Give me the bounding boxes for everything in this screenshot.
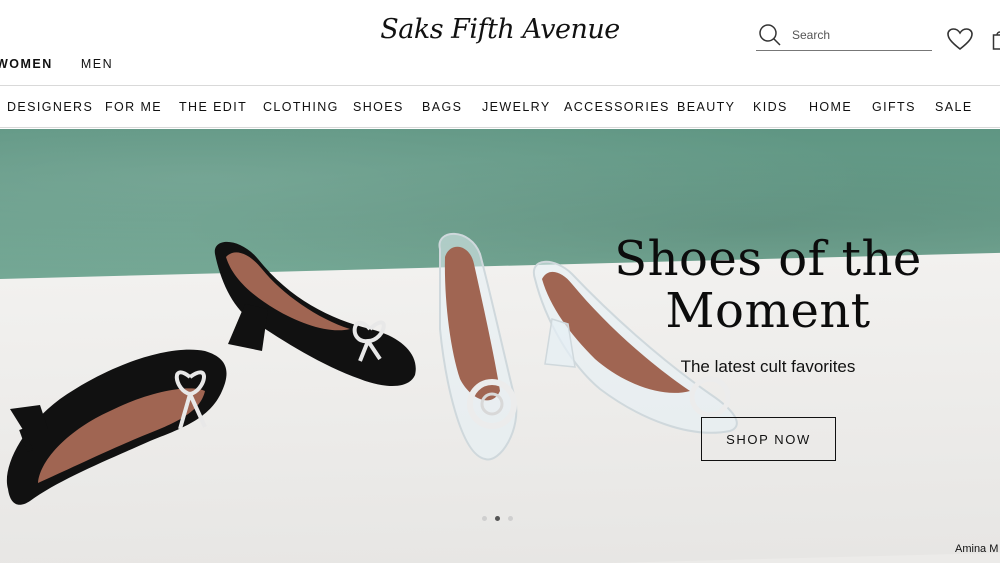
nav-item-clothing[interactable]: CLOTHING bbox=[263, 100, 339, 114]
nav-item-gifts[interactable]: GIFTS bbox=[872, 100, 916, 114]
shop-now-button[interactable]: SHOP NOW bbox=[701, 417, 836, 461]
hero-banner[interactable]: Shoes of the Moment The latest cult favo… bbox=[0, 129, 1000, 563]
clear-shoe-center bbox=[438, 232, 518, 461]
hero-title: Shoes of the Moment bbox=[590, 233, 946, 337]
logo-text[interactable]: Saks Fifth Avenue bbox=[380, 14, 620, 45]
search-icon[interactable] bbox=[758, 23, 782, 47]
nav-item-the-edit[interactable]: THE EDIT bbox=[179, 100, 247, 114]
category-nav: DESIGNERS FOR ME THE EDIT CLOTHING SHOES… bbox=[0, 86, 1000, 128]
shopping-bag-icon[interactable] bbox=[992, 30, 1000, 50]
nav-item-home[interactable]: HOME bbox=[809, 100, 852, 114]
search-input[interactable] bbox=[792, 28, 922, 42]
search-bar[interactable] bbox=[756, 20, 932, 51]
nav-item-bags[interactable]: BAGS bbox=[422, 100, 462, 114]
nav-item-shoes[interactable]: SHOES bbox=[353, 100, 404, 114]
nav-item-for-me[interactable]: FOR ME bbox=[105, 100, 162, 114]
hero-title-line2: Moment bbox=[665, 283, 871, 339]
image-caption: Amina M bbox=[955, 543, 999, 555]
nav-item-sale[interactable]: SALE bbox=[935, 100, 973, 114]
carousel-dot[interactable] bbox=[508, 516, 513, 521]
tab-women[interactable]: WOMEN bbox=[0, 57, 53, 71]
hero-subtitle: The latest cult favorites bbox=[680, 357, 856, 376]
site-header: Saks Fifth Avenue WOMEN MEN bbox=[0, 0, 1000, 86]
black-shoe-center bbox=[214, 241, 416, 386]
carousel-dots bbox=[482, 516, 513, 521]
nav-item-jewelry[interactable]: JEWELRY bbox=[482, 100, 551, 114]
carousel-dot-active[interactable] bbox=[495, 516, 500, 521]
hero-shoes-image bbox=[6, 232, 738, 505]
nav-item-designers[interactable]: DESIGNERS bbox=[7, 100, 93, 114]
gender-tabs: WOMEN MEN bbox=[0, 57, 113, 71]
black-shoe-left bbox=[6, 349, 227, 505]
nav-item-kids[interactable]: KIDS bbox=[753, 100, 788, 114]
tab-men[interactable]: MEN bbox=[81, 57, 113, 71]
carousel-dot[interactable] bbox=[482, 516, 487, 521]
hero-title-line1: Shoes of the bbox=[614, 231, 922, 287]
nav-item-accessories[interactable]: ACCESSORIES bbox=[564, 100, 670, 114]
heart-icon[interactable] bbox=[946, 27, 974, 51]
nav-item-beauty[interactable]: BEAUTY bbox=[677, 100, 735, 114]
